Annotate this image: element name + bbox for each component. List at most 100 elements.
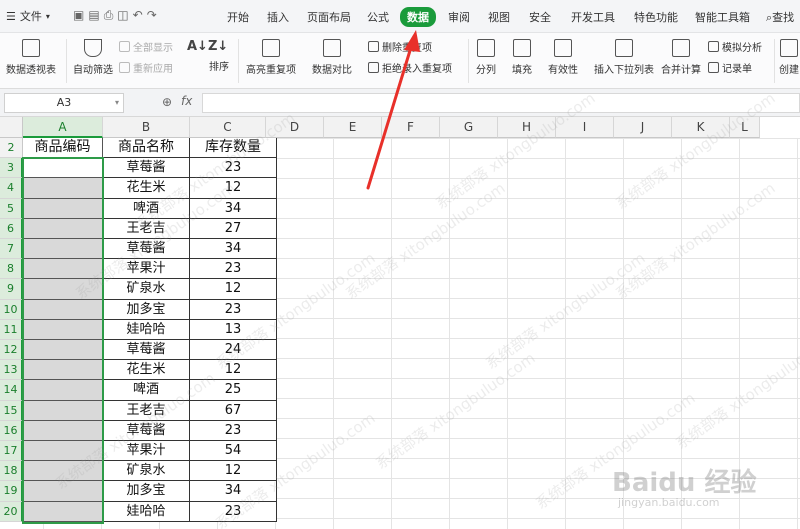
cell-B20[interactable]: 娃哈哈 (103, 501, 190, 522)
column-header-E[interactable]: E (324, 117, 382, 138)
cell-C5[interactable]: 34 (190, 198, 277, 219)
column-header-J[interactable]: J (614, 117, 672, 138)
fill-button[interactable]: 填充 (512, 39, 532, 76)
validity-button[interactable]: 有效性 (548, 39, 578, 76)
cell-C17[interactable]: 54 (190, 441, 277, 462)
row-header-10[interactable]: 10 (0, 299, 23, 320)
tab-features[interactable]: 特色功能 (634, 9, 678, 25)
reapply-button[interactable]: 重新应用 (119, 60, 173, 75)
row-header-16[interactable]: 16 (0, 420, 23, 441)
export-icon[interactable]: ▤ (88, 8, 103, 22)
tab-developer[interactable]: 开发工具 (571, 9, 615, 25)
cell-C9[interactable]: 12 (190, 279, 277, 300)
cell-C19[interactable]: 34 (190, 481, 277, 502)
formula-input[interactable] (202, 93, 800, 113)
cell-A8[interactable] (23, 259, 103, 280)
fx-icon[interactable]: fx (181, 94, 192, 108)
reject-duplicates-button[interactable]: 拒绝录入重复项 (368, 60, 452, 75)
cell-B11[interactable]: 娃哈哈 (103, 319, 190, 340)
magnifier-icon[interactable]: ⊕ (162, 95, 172, 109)
cell-A9[interactable] (23, 279, 103, 300)
cell-C8[interactable]: 23 (190, 259, 277, 280)
row-header-19[interactable]: 19 (0, 481, 23, 502)
column-header-C[interactable]: C (190, 117, 266, 138)
tab-home[interactable]: 开始 (227, 9, 249, 25)
cell-A17[interactable] (23, 441, 103, 462)
row-header-5[interactable]: 5 (0, 198, 23, 219)
header-cell-name[interactable]: 商品名称 (103, 138, 190, 159)
row-header-2[interactable]: 2 (0, 138, 23, 159)
tab-data[interactable]: 数据 (400, 7, 436, 27)
cell-A10[interactable] (23, 299, 103, 320)
tab-insert[interactable]: 插入 (267, 9, 289, 25)
autofilter-button[interactable]: 自动筛选 (73, 39, 113, 76)
select-all-corner[interactable] (0, 117, 23, 138)
column-header-F[interactable]: F (382, 117, 440, 138)
cell-A5[interactable] (23, 198, 103, 219)
cell-B8[interactable]: 苹果汁 (103, 259, 190, 280)
column-header-D[interactable]: D (266, 117, 324, 138)
cell-C11[interactable]: 13 (190, 319, 277, 340)
cell-C12[interactable]: 24 (190, 340, 277, 361)
cell-B17[interactable]: 苹果汁 (103, 441, 190, 462)
cell-B19[interactable]: 加多宝 (103, 481, 190, 502)
cell-C6[interactable]: 27 (190, 218, 277, 239)
show-all-button[interactable]: 全部显示 (119, 39, 173, 54)
header-cell-code[interactable]: 商品编码 (23, 138, 103, 159)
row-header-8[interactable]: 8 (0, 259, 23, 280)
pivot-table-button[interactable]: 数据透视表 (6, 39, 56, 76)
cell-C15[interactable]: 67 (190, 400, 277, 421)
cell-C18[interactable]: 12 (190, 461, 277, 482)
cell-A4[interactable] (23, 178, 103, 199)
cell-B18[interactable]: 矿泉水 (103, 461, 190, 482)
create-group-button[interactable]: 创建 (779, 39, 799, 76)
highlight-duplicates-button[interactable]: 高亮重复项 (246, 39, 296, 76)
cell-C10[interactable]: 23 (190, 299, 277, 320)
cell-B6[interactable]: 王老吉 (103, 218, 190, 239)
tab-security[interactable]: 安全 (529, 9, 551, 25)
cell-A11[interactable] (23, 319, 103, 340)
cell-C16[interactable]: 23 (190, 420, 277, 441)
cell-A18[interactable] (23, 461, 103, 482)
tab-page-layout[interactable]: 页面布局 (307, 9, 351, 25)
search-button[interactable]: ⌕查找 (766, 9, 794, 25)
cell-A20[interactable] (23, 501, 103, 522)
column-header-A[interactable]: A (23, 117, 103, 138)
cell-B13[interactable]: 花生米 (103, 360, 190, 381)
cell-A14[interactable] (23, 380, 103, 401)
consolidate-button[interactable]: 合并计算 (661, 39, 701, 76)
cell-B12[interactable]: 草莓酱 (103, 340, 190, 361)
row-header-13[interactable]: 13 (0, 360, 23, 381)
cell-C3[interactable]: 23 (190, 158, 277, 179)
tab-view[interactable]: 视图 (488, 9, 510, 25)
column-header-B[interactable]: B (103, 117, 190, 138)
cell-A6[interactable] (23, 218, 103, 239)
row-header-3[interactable]: 3 (0, 158, 23, 179)
insert-dropdown-button[interactable]: 插入下拉列表 (594, 39, 654, 76)
undo-icon[interactable]: ↶ (133, 8, 147, 22)
cell-C20[interactable]: 23 (190, 501, 277, 522)
cell-B14[interactable]: 啤酒 (103, 380, 190, 401)
row-header-9[interactable]: 9 (0, 279, 23, 300)
row-header-7[interactable]: 7 (0, 239, 23, 260)
row-header-4[interactable]: 4 (0, 178, 23, 199)
cell-C13[interactable]: 12 (190, 360, 277, 381)
cell-A15[interactable] (23, 400, 103, 421)
cell-B9[interactable]: 矿泉水 (103, 279, 190, 300)
record-form-button[interactable]: 记录单 (708, 60, 752, 75)
name-box[interactable]: A3 ▾ (4, 93, 124, 113)
column-header-H[interactable]: H (498, 117, 556, 138)
cell-A13[interactable] (23, 360, 103, 381)
split-columns-button[interactable]: 分列 (476, 39, 496, 76)
cell-B4[interactable]: 花生米 (103, 178, 190, 199)
preview-icon[interactable]: ◫ (117, 8, 132, 22)
sort-button[interactable]: A↓Z↓ 排序 (187, 39, 229, 73)
cell-B15[interactable]: 王老吉 (103, 400, 190, 421)
cell-A12[interactable] (23, 340, 103, 361)
cell-A16[interactable] (23, 420, 103, 441)
cell-C7[interactable]: 34 (190, 239, 277, 260)
cell-A19[interactable] (23, 481, 103, 502)
cell-A7[interactable] (23, 239, 103, 260)
row-header-17[interactable]: 17 (0, 441, 23, 462)
cell-B3[interactable]: 草莓酱 (103, 158, 190, 179)
